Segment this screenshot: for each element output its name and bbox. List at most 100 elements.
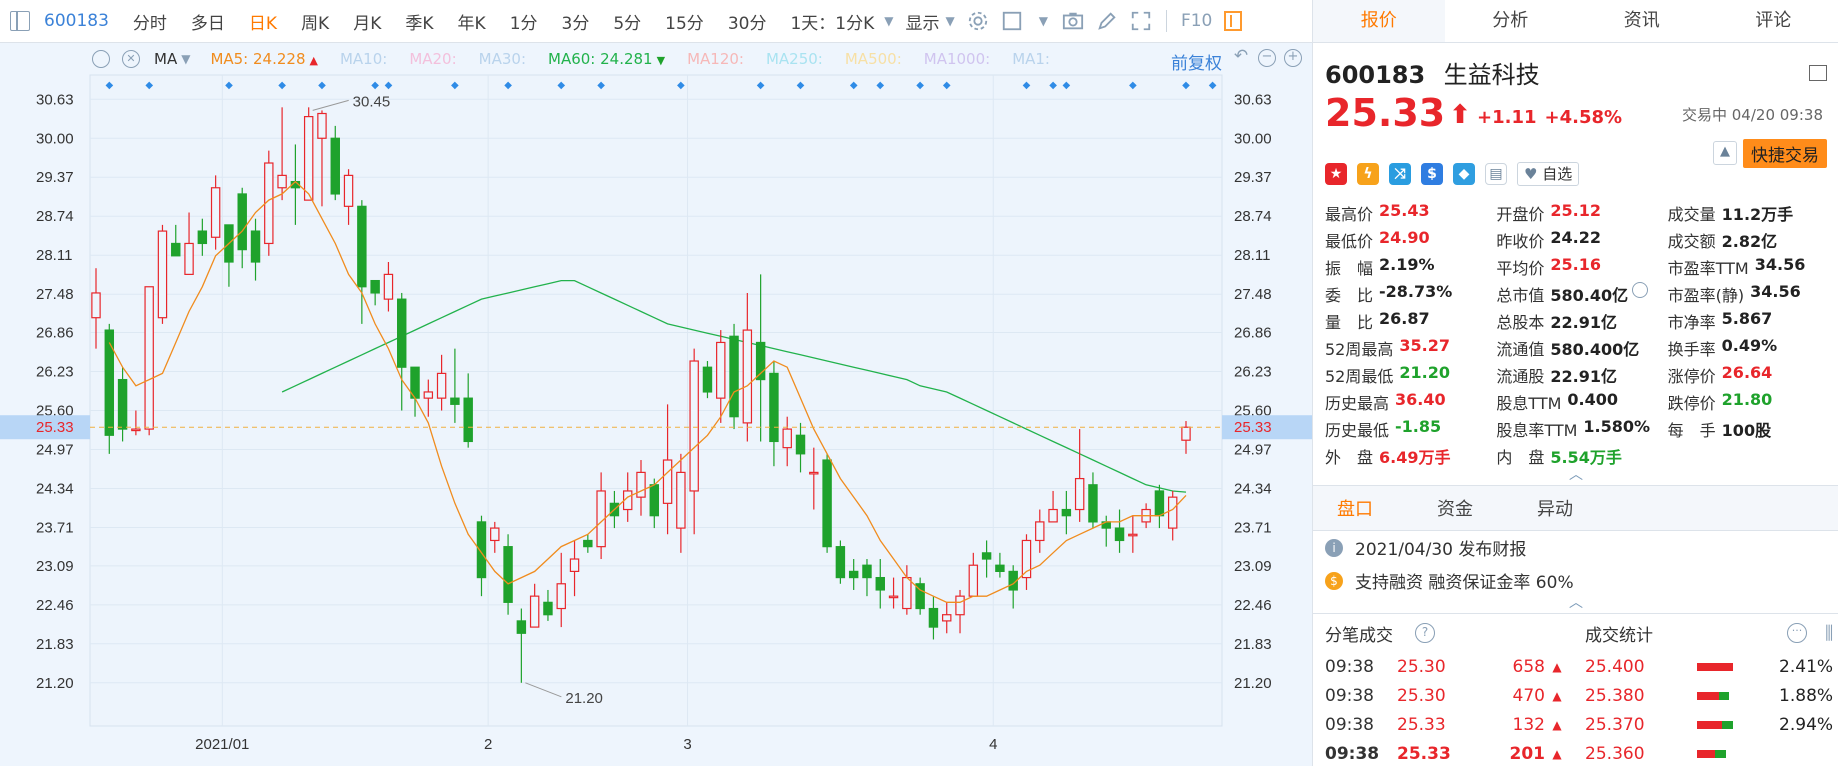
sidebar-icon[interactable] xyxy=(1809,65,1827,81)
event-marker-icon[interactable]: ◆ xyxy=(1129,80,1137,91)
period-tab[interactable]: 年K xyxy=(458,9,486,34)
candle-body[interactable] xyxy=(637,472,645,497)
candle-body[interactable] xyxy=(105,330,113,435)
zoom-in-icon[interactable]: + xyxy=(1284,49,1302,67)
candle-body[interactable] xyxy=(384,274,392,299)
kline-chart-canvas[interactable]: 30.6330.6330.0030.0029.3729.3728.7428.74… xyxy=(0,43,1312,766)
event-marker-icon[interactable]: ◆ xyxy=(797,80,805,91)
candle-body[interactable] xyxy=(876,578,884,590)
notice-earnings[interactable]: i 2021/04/30 发布财报 xyxy=(1313,531,1838,564)
candle-body[interactable] xyxy=(956,596,964,615)
candle-body[interactable] xyxy=(557,584,565,609)
ma-indicator-item[interactable]: MA500: xyxy=(845,50,902,68)
event-marker-icon[interactable]: ◆ xyxy=(1049,80,1057,91)
candle-body[interactable] xyxy=(344,175,352,206)
candle-body[interactable] xyxy=(863,565,871,577)
candle-body[interactable] xyxy=(92,293,100,318)
candle-body[interactable] xyxy=(677,472,685,528)
candle-body[interactable] xyxy=(584,540,592,546)
event-marker-icon[interactable]: ◆ xyxy=(145,80,153,91)
event-marker-icon[interactable]: ◆ xyxy=(916,80,924,91)
camera-icon[interactable] xyxy=(1062,10,1084,32)
period-tab[interactable]: 日K xyxy=(249,9,277,34)
period-tab[interactable]: 分时 xyxy=(133,9,167,34)
candle-body[interactable] xyxy=(305,117,313,201)
candle-body[interactable] xyxy=(1155,491,1163,516)
event-marker-icon[interactable]: ◆ xyxy=(1023,80,1031,91)
candle-body[interactable] xyxy=(943,615,951,621)
period-tab[interactable]: 月K xyxy=(353,9,381,34)
candle-body[interactable] xyxy=(185,243,193,274)
candle-body[interactable] xyxy=(743,330,751,423)
dropdown-intraday[interactable]: 1天：1分K xyxy=(790,9,874,34)
more-icon[interactable] xyxy=(1632,282,1648,298)
candle-body[interactable] xyxy=(464,398,472,441)
candle-body[interactable] xyxy=(836,547,844,578)
close-icon[interactable]: ✕ xyxy=(122,50,140,68)
panel-tab[interactable]: 分析 xyxy=(1445,0,1577,42)
document-icon[interactable]: ▤ xyxy=(1485,163,1507,185)
kline-chart[interactable]: 30.6330.6330.0030.0029.3729.3728.7428.74… xyxy=(0,43,1312,766)
candle-body[interactable] xyxy=(850,571,858,577)
event-marker-icon[interactable]: ◆ xyxy=(597,80,605,91)
sub-tab[interactable]: 异动 xyxy=(1537,495,1573,521)
flag-icon[interactable]: ★ xyxy=(1325,163,1347,185)
candle-body[interactable] xyxy=(1129,534,1137,536)
event-marker-icon[interactable]: ◆ xyxy=(318,80,326,91)
candle-body[interactable] xyxy=(424,392,432,398)
candle-body[interactable] xyxy=(398,299,406,367)
event-marker-icon[interactable]: ◆ xyxy=(278,80,286,91)
candle-body[interactable] xyxy=(1089,485,1097,522)
adjust-button[interactable]: 前复权 xyxy=(1171,49,1222,74)
candle-body[interactable] xyxy=(198,231,206,243)
ma-indicator-item[interactable]: MA60: 24.281▼ xyxy=(548,50,665,68)
sidebar-toggle-icon[interactable] xyxy=(10,11,30,31)
candle-body[interactable] xyxy=(770,373,778,441)
panel-tab[interactable]: 资讯 xyxy=(1576,0,1708,42)
candle-body[interactable] xyxy=(663,460,671,503)
square-icon[interactable] xyxy=(1001,10,1023,32)
bell-icon[interactable]: ▲ xyxy=(1713,141,1737,165)
period-tab[interactable]: 季K xyxy=(405,9,433,34)
period-tab[interactable]: 15分 xyxy=(665,9,704,34)
candle-body[interactable] xyxy=(703,367,711,392)
event-marker-icon[interactable]: ◆ xyxy=(371,80,379,91)
candle-body[interactable] xyxy=(371,281,379,293)
pencil-icon[interactable] xyxy=(1096,10,1118,32)
period-tab[interactable]: 30分 xyxy=(728,9,767,34)
candle-body[interactable] xyxy=(318,114,326,139)
candle-body[interactable] xyxy=(796,435,804,454)
event-marker-icon[interactable]: ◆ xyxy=(504,80,512,91)
chevron-up-icon[interactable]: ︿ xyxy=(1313,597,1838,613)
event-marker-icon[interactable]: ◆ xyxy=(1063,80,1071,91)
period-tab[interactable]: 3分 xyxy=(562,9,590,34)
candle-body[interactable] xyxy=(690,361,698,491)
event-marker-icon[interactable]: ◆ xyxy=(1209,80,1217,91)
trade-stats-list[interactable]: 25.4002.41%25.3801.88%25.3702.94%25.360 xyxy=(1577,652,1838,768)
candle-body[interactable] xyxy=(132,429,140,431)
fullscreen-icon[interactable] xyxy=(1130,10,1152,32)
event-marker-icon[interactable]: ◆ xyxy=(943,80,951,91)
event-marker-icon[interactable]: ◆ xyxy=(385,80,393,91)
candle-body[interactable] xyxy=(212,188,220,238)
event-marker-icon[interactable]: ◆ xyxy=(876,80,884,91)
add-favorite-button[interactable]: ♥ 自选 xyxy=(1517,162,1579,186)
ma-indicator-item[interactable]: MA30: xyxy=(479,50,526,68)
sub-tab[interactable]: 盘口 xyxy=(1337,495,1373,521)
event-marker-icon[interactable]: ◆ xyxy=(225,80,233,91)
lightning-icon[interactable]: ϟ xyxy=(1357,163,1379,185)
candle-body[interactable] xyxy=(1036,522,1044,541)
candle-body[interactable] xyxy=(717,342,725,398)
help-icon[interactable]: ? xyxy=(1415,623,1435,643)
candle-body[interactable] xyxy=(172,243,180,255)
ma-indicator-item[interactable]: MA10: xyxy=(340,50,387,68)
candle-body[interactable] xyxy=(158,231,166,318)
candle-body[interactable] xyxy=(650,485,658,516)
candle-body[interactable] xyxy=(517,621,525,633)
event-marker-icon[interactable]: ◆ xyxy=(105,80,113,91)
panel-tab[interactable]: 评论 xyxy=(1708,0,1838,42)
candle-body[interactable] xyxy=(491,528,499,540)
period-tab[interactable]: 5分 xyxy=(613,9,641,34)
candle-body[interactable] xyxy=(118,380,126,430)
period-tab[interactable]: 周K xyxy=(301,9,329,34)
